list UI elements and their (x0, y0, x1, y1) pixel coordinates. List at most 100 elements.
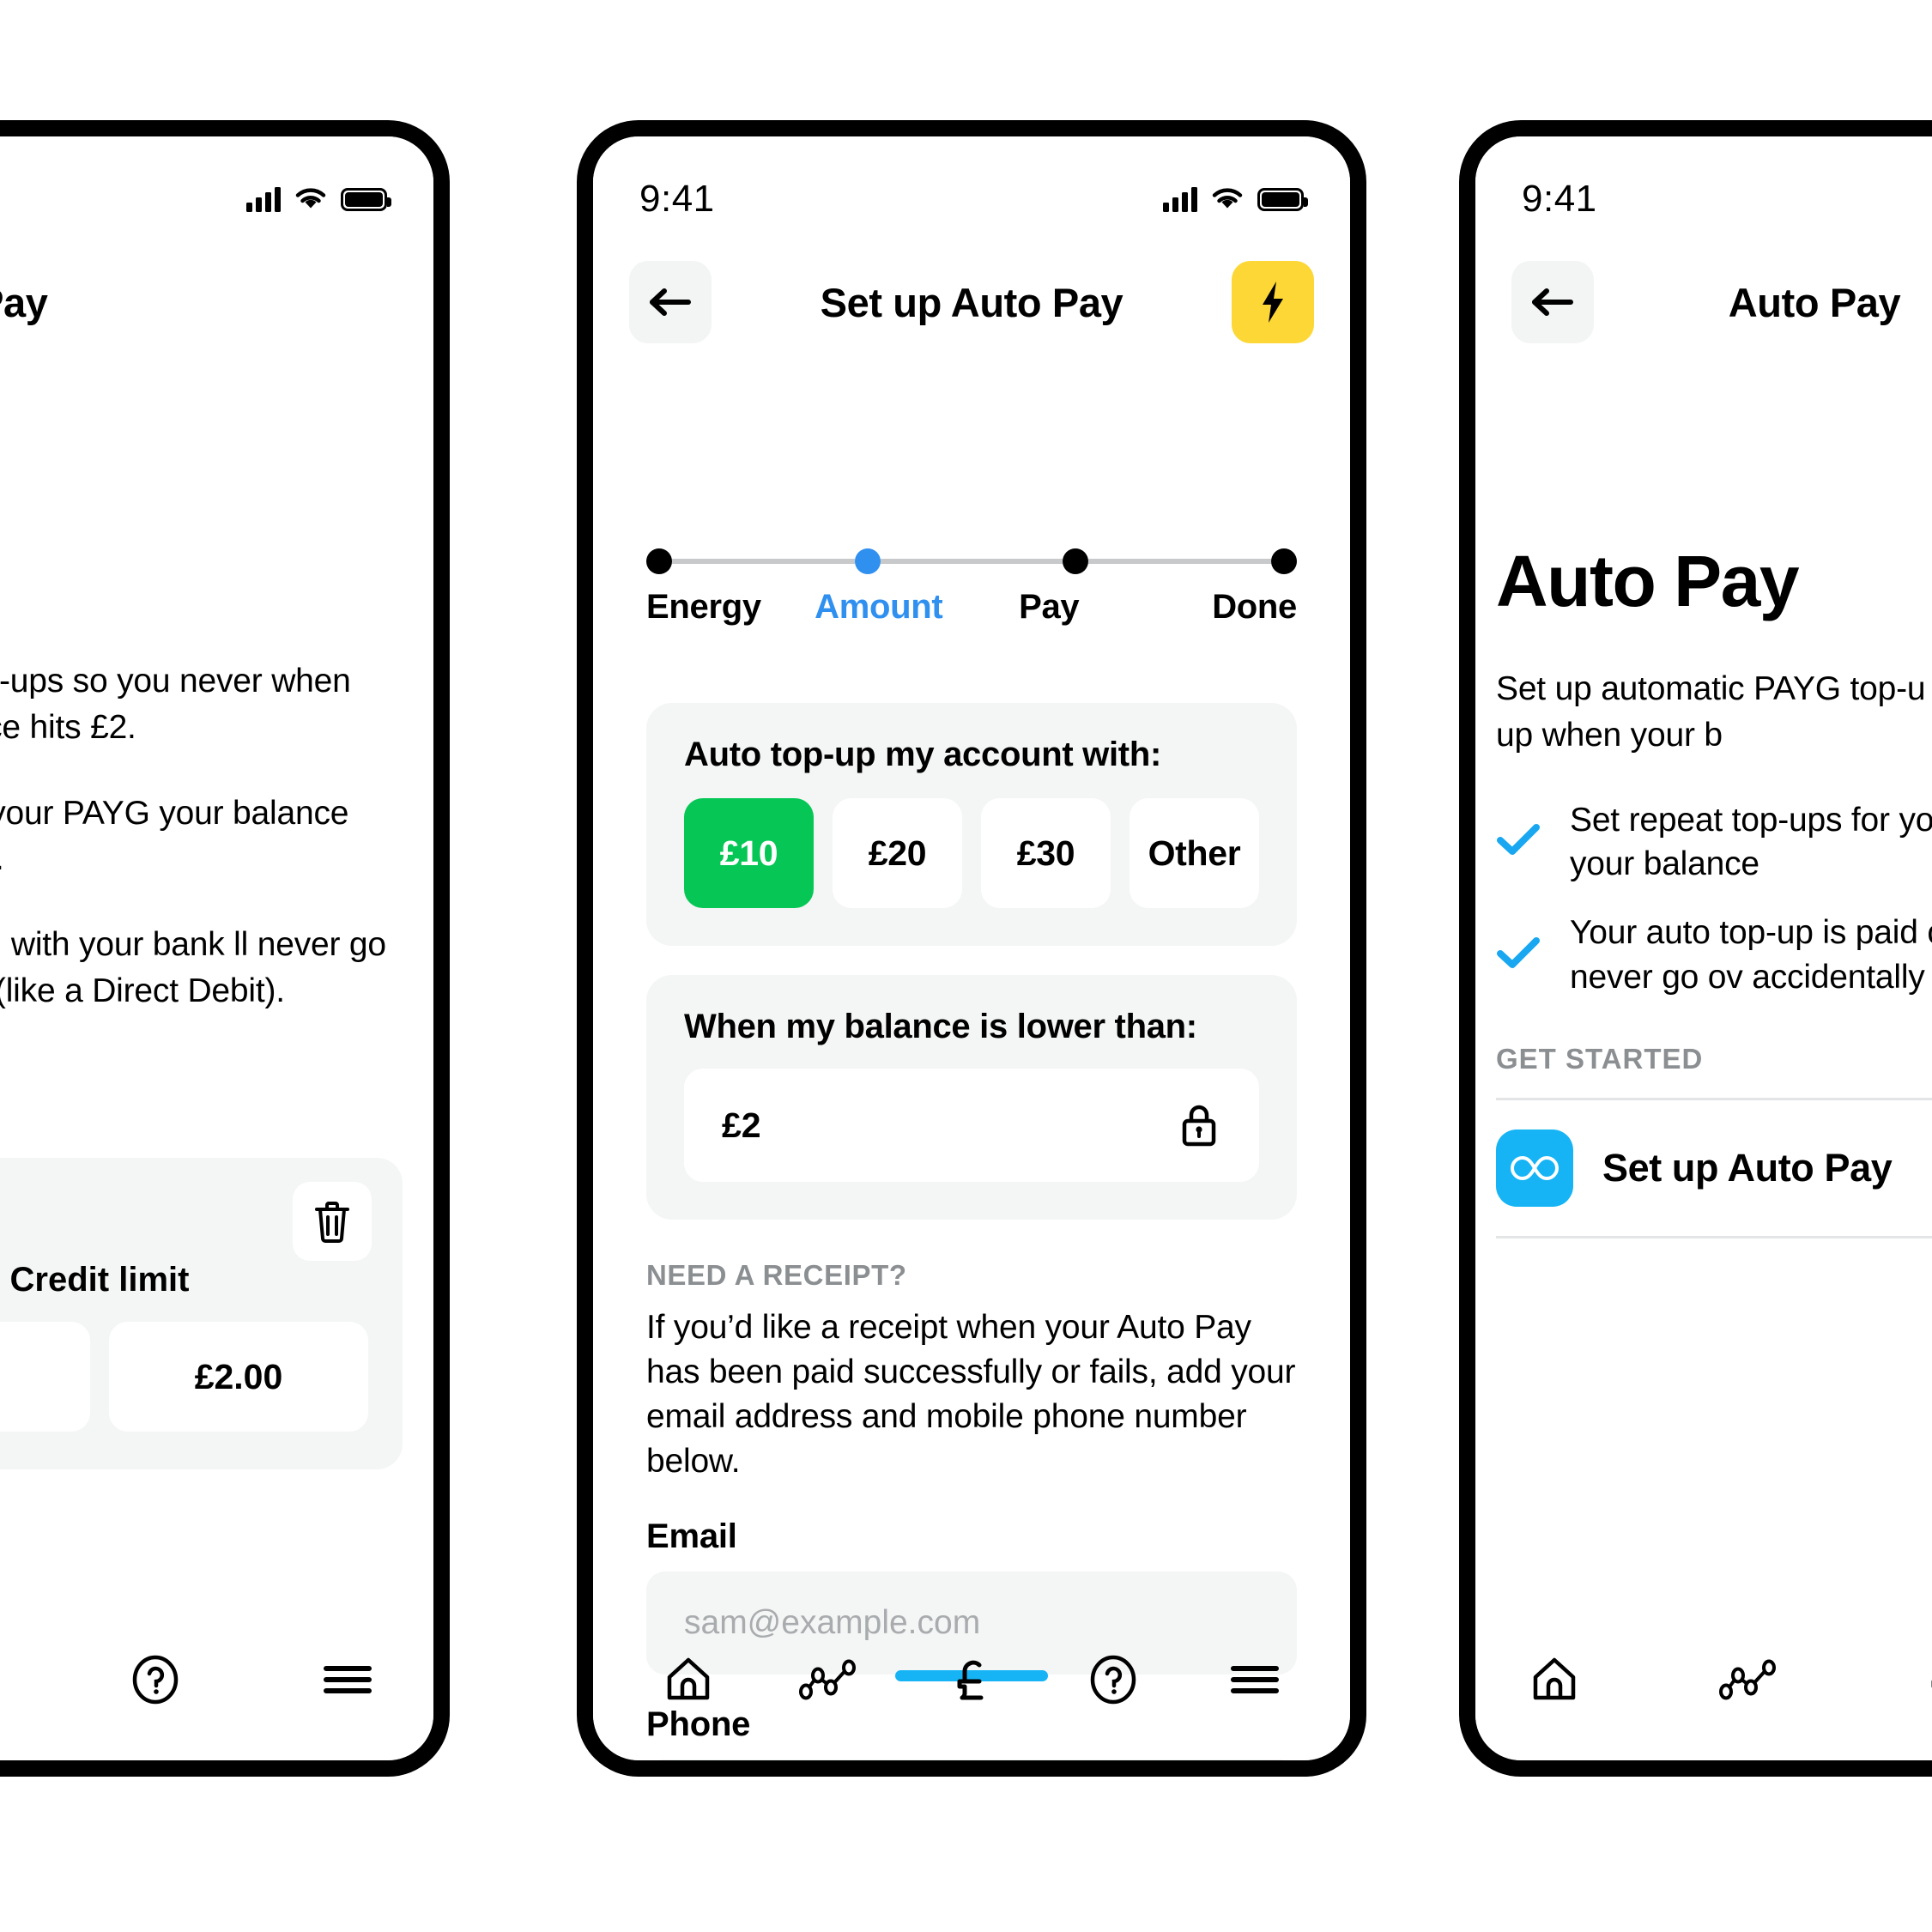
tab-menu[interactable] (306, 1638, 389, 1721)
set-up-auto-pay-label: Set up Auto Pay (1602, 1146, 1893, 1190)
right-heading: Auto Pay (1496, 541, 1800, 621)
middle-screen: 9:41 Set up Auto Pay Energy Amount Pay D… (593, 136, 1350, 1760)
credit-limit-label: Credit limit (9, 1261, 190, 1299)
stepper-segment (880, 559, 1063, 564)
delete-button[interactable] (293, 1182, 372, 1261)
right-navbar: Auto Pay (1475, 238, 1932, 366)
left-screen: Auto Pay c PAYG top-ups so you never whe… (0, 136, 433, 1760)
status-clock: 9:41 (1522, 178, 1597, 220)
get-started-eyebrow: GET STARTED (1496, 1043, 1704, 1075)
screenshot-stage: Auto Pay c PAYG top-ups so you never whe… (0, 0, 1932, 1932)
tab-help[interactable] (114, 1638, 197, 1721)
credit-option-hidden[interactable] (0, 1322, 90, 1432)
divider (1496, 1236, 1932, 1239)
stepper-segment (672, 559, 855, 564)
menu-icon (324, 1666, 372, 1693)
back-arrow-icon (1532, 288, 1573, 316)
phone-middle: 9:41 Set up Auto Pay Energy Amount Pay D… (577, 120, 1366, 1777)
credit-limit-card-wrap: Credit limit £2.00 (0, 1158, 403, 1469)
tab-menu[interactable] (1214, 1638, 1296, 1721)
help-icon (1090, 1655, 1136, 1705)
balance-threshold-value: £2 (722, 1105, 761, 1145)
topup-amount-title: Auto top-up my account with: (684, 736, 1161, 773)
right-screen: 9:41 Auto Pay Auto Pay Set up automatic … (1475, 136, 1932, 1760)
topup-amount-options: £10 £20 £30 Other (684, 798, 1259, 908)
trash-icon (315, 1202, 349, 1243)
home-icon (1533, 1657, 1576, 1700)
status-clock: 9:41 (639, 178, 715, 220)
middle-tab-bar (593, 1621, 1350, 1760)
page-title: Set up Auto Pay (820, 279, 1123, 325)
right-content: Auto Pay Set up automatic PAYG top-u for… (1496, 540, 1932, 1239)
battery-icon (1257, 187, 1308, 211)
tab-home[interactable] (647, 1638, 730, 1721)
stepper-segment (1088, 559, 1272, 564)
amount-option-10[interactable]: £10 (684, 798, 814, 908)
right-page-title: Auto Pay (1728, 279, 1901, 325)
left-navbar: Auto Pay (0, 238, 433, 366)
pound-icon (1931, 1680, 1932, 1688)
receipt-eyebrow: NEED A RECEIPT? (646, 1259, 907, 1291)
amount-option-other[interactable]: Other (1130, 798, 1259, 908)
right-status-bar: 9:41 (1475, 136, 1932, 239)
tab-help[interactable] (1072, 1638, 1154, 1721)
step-label-done: Done (1212, 588, 1297, 626)
left-paragraph-3: p-up is paid with your bank ll never go … (0, 926, 386, 1010)
bullet-label: Set repeat top-ups for yo meter when you… (1570, 801, 1932, 883)
tab-home[interactable] (1513, 1638, 1596, 1721)
check-icon (1496, 936, 1541, 975)
wifi-icon (295, 188, 326, 209)
middle-navbar: Set up Auto Pay (593, 238, 1350, 366)
left-paragraph-2: op-ups for your PAYG your balance reache… (0, 794, 349, 878)
step-dot-pay[interactable] (1063, 548, 1089, 574)
lock-icon (1182, 1105, 1216, 1147)
middle-status-icons (1163, 186, 1308, 212)
set-up-auto-pay-row[interactable]: Set up Auto Pay (1496, 1100, 1932, 1236)
list-item: Set repeat top-ups for yo meter when you… (1496, 798, 1932, 887)
right-bullets: Set repeat top-ups for yo meter when you… (1496, 798, 1932, 1000)
right-intro: Set up automatic PAYG top-u forget to to… (1496, 670, 1932, 754)
left-status-icons (246, 186, 391, 212)
boost-button[interactable] (1232, 261, 1314, 343)
bullet-label: Your auto top-up is paid card, so you’ll… (1570, 914, 1932, 996)
step-label-amount: Amount (815, 588, 943, 626)
usage-chart-icon (798, 1659, 856, 1700)
tab-payments[interactable] (0, 1638, 4, 1721)
left-body: c PAYG top-ups so you never when your ba… (0, 600, 387, 1014)
tab-payments[interactable] (1905, 1638, 1932, 1721)
tab-payments[interactable] (930, 1638, 1013, 1721)
credit-limit-value[interactable]: £2.00 (109, 1322, 368, 1432)
credit-limit-row: £2.00 (0, 1322, 368, 1432)
credit-limit-card: Credit limit £2.00 (0, 1158, 403, 1469)
phone-right: 9:41 Auto Pay Auto Pay Set up automatic … (1459, 120, 1932, 1777)
back-button[interactable] (629, 261, 712, 343)
list-item: Your auto top-up is paid card, so you’ll… (1496, 911, 1932, 1000)
left-paragraph-1: c PAYG top-ups so you never when your ba… (0, 663, 351, 746)
stepper-labels: Energy Amount Pay Done (646, 588, 1297, 627)
check-icon (1496, 823, 1541, 862)
balance-threshold-card: When my balance is lower than: £2 (646, 975, 1297, 1220)
step-label-pay: Pay (1019, 588, 1080, 626)
infinity-icon (1496, 1130, 1573, 1208)
step-label-energy: Energy (646, 588, 761, 626)
cellular-signal-icon (1163, 186, 1197, 212)
menu-icon (1231, 1666, 1280, 1693)
step-dot-energy[interactable] (646, 548, 672, 574)
left-tab-bar (0, 1621, 433, 1760)
balance-threshold-field[interactable]: £2 (684, 1069, 1259, 1182)
step-dot-amount[interactable] (854, 548, 881, 574)
pound-icon (957, 1660, 984, 1700)
amount-option-30[interactable]: £30 (981, 798, 1111, 908)
lightning-bolt-icon (1263, 282, 1283, 323)
tab-usage[interactable] (789, 1638, 871, 1721)
stepper-track (646, 547, 1298, 576)
amount-option-20[interactable]: £20 (833, 798, 962, 908)
setup-stepper: Energy Amount Pay Done (646, 547, 1297, 627)
middle-status-bar: 9:41 (593, 136, 1350, 239)
topup-amount-card: Auto top-up my account with: £10 £20 £30… (646, 703, 1297, 946)
back-button[interactable] (1511, 261, 1594, 343)
step-dot-done[interactable] (1271, 548, 1298, 574)
battery-icon (341, 187, 391, 211)
tab-usage[interactable] (1709, 1638, 1791, 1721)
left-page-title: Auto Pay (0, 279, 48, 325)
